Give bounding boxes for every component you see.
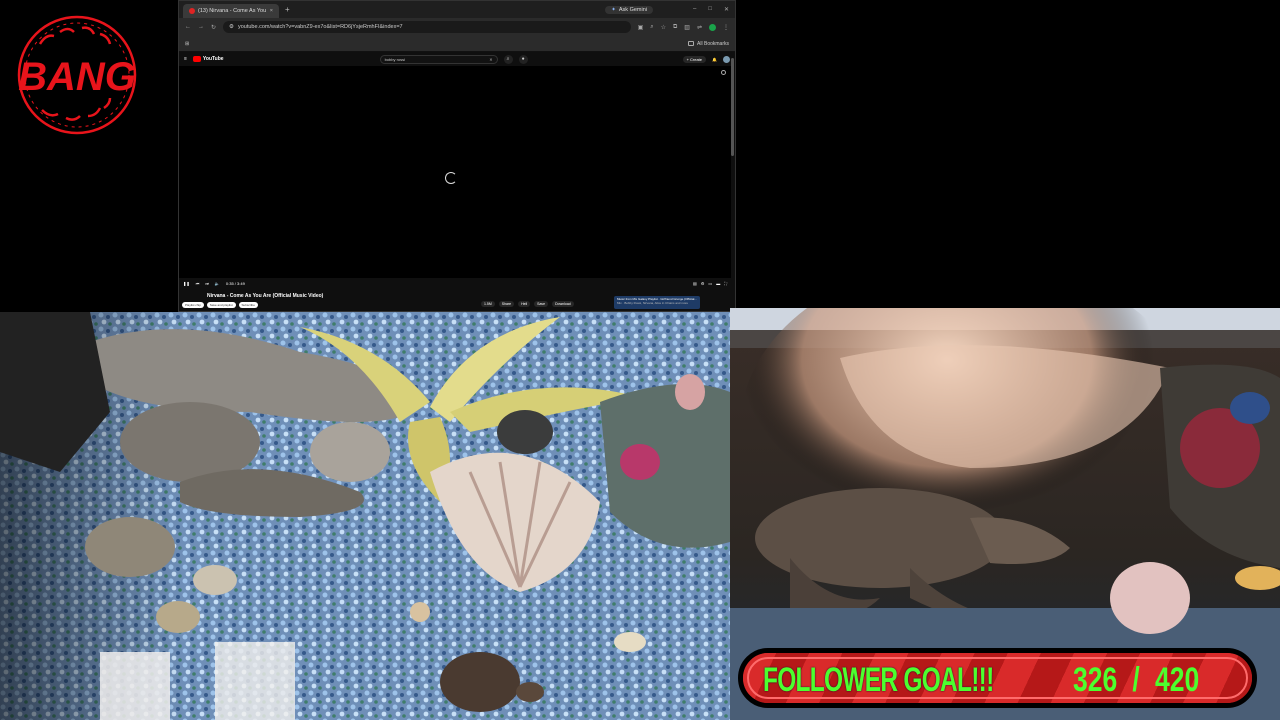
youtube-search-input[interactable]: bobby rossi ✕ — [379, 54, 498, 64]
tab-title: (13) Nirvana - Come As You Ar... — [198, 8, 267, 14]
back-icon[interactable]: ← — [185, 24, 191, 30]
video-details: Nirvana - Come As You Are (Official Musi… — [179, 290, 731, 311]
volume-icon[interactable]: 🔈 — [215, 281, 220, 286]
youtube-avatar[interactable] — [723, 55, 730, 63]
hamburger-icon[interactable]: ≡ — [184, 56, 187, 62]
youtube-logo[interactable]: YouTube — [192, 56, 224, 62]
all-bookmarks-button[interactable]: All Bookmarks — [688, 41, 729, 47]
chip[interactable]: Subscribe — [238, 302, 258, 308]
subtitles-icon[interactable]: ▤ — [693, 281, 697, 286]
browser-toolbar: ← → ↻ ⚙ youtube.com/watch?v=vabnZ9-ex7o&… — [179, 18, 735, 36]
ask-gemini-button[interactable]: ✦ Ask Gemini — [605, 5, 653, 14]
player-right-controls: ▤ ⚙ ▭ ▬ ⛶ — [693, 281, 727, 286]
cast-icon[interactable]: ⇌ — [697, 24, 702, 31]
forward-icon[interactable]: → — [198, 24, 204, 30]
toolbar-icons: ▣ ⌕ ☆ ⧉ ▥ ⇌ ⋮ — [638, 23, 729, 31]
follower-current: 326 — [1073, 661, 1118, 699]
ask-gemini-label: Ask Gemini — [618, 6, 647, 13]
youtube-favicon-icon — [189, 8, 195, 14]
window-controls: – □ ✕ — [693, 6, 729, 13]
playlist-panel[interactable]: Music from Mix Galaxy Playlist · Girlfri… — [614, 296, 700, 309]
logo-text: BANG — [18, 55, 136, 99]
chip[interactable]: Save and playlist — [206, 302, 236, 308]
close-tab-icon[interactable]: × — [270, 8, 273, 14]
maximize-icon[interactable]: □ — [708, 6, 712, 13]
search-value: bobby rossi — [384, 56, 406, 62]
playlist-subtitle: Mix · Bobby Rossi, Nirvana, Alice in Cha… — [617, 301, 689, 305]
apps-icon[interactable]: ⊞ — [185, 41, 189, 47]
notifications-icon[interactable]: 🔔 — [712, 57, 717, 62]
voice-search-icon[interactable]: ● — [518, 54, 528, 64]
gemini-icon: ✦ — [611, 6, 616, 13]
site-info-icon[interactable]: ⚙ — [229, 24, 234, 30]
loading-spinner-icon — [445, 172, 457, 184]
time-display: 0:35 / 3:49 — [225, 281, 245, 286]
save-button[interactable]: Save — [534, 301, 549, 307]
theater-icon[interactable]: ▬ — [716, 281, 720, 286]
extensions-icon[interactable]: ⧉ — [673, 24, 677, 31]
info-icon[interactable] — [721, 70, 726, 75]
close-window-icon[interactable]: ✕ — [724, 6, 729, 13]
stream-canvas: BANG (13) Nirvana - Come As You Ar... × … — [0, 0, 1280, 720]
follower-separator: / — [1132, 661, 1140, 699]
bookmarks-bar: ⊞ All Bookmarks — [179, 36, 735, 52]
zoom-icon[interactable]: ⌕ — [650, 24, 653, 31]
menu-icon[interactable]: ⋮ — [723, 24, 729, 31]
share-button[interactable]: Share — [498, 301, 515, 307]
tab-bar: (13) Nirvana - Come As You Ar... × + ✦ A… — [179, 1, 735, 18]
install-icon[interactable]: ▣ — [638, 24, 644, 31]
bookmark-star-icon[interactable]: ☆ — [661, 24, 666, 31]
miniplayer-icon[interactable]: ▭ — [708, 281, 712, 286]
follower-goal-label: FOLLOWER GOAL!!! — [763, 661, 994, 699]
page-scrollbar[interactable] — [731, 58, 734, 156]
browser-window: (13) Nirvana - Come As You Ar... × + ✦ A… — [178, 0, 736, 312]
like-button[interactable]: 1.5M — [481, 301, 495, 307]
tank-top-view-image — [0, 312, 730, 720]
search-icon[interactable]: ⌕ — [503, 54, 513, 64]
thanks-button[interactable]: Hell — [518, 301, 531, 307]
youtube-logo-text: YouTube — [202, 56, 224, 62]
url-text: youtube.com/watch?v=vabnZ9-ex7o&list=RD6… — [237, 24, 403, 30]
bang-logo: BANG — [12, 14, 142, 136]
side-panel-icon[interactable]: ▥ — [684, 24, 690, 31]
player-controls: ❚❚ ⏮ ⏭ 🔈 0:35 / 3:49 ▤ ⚙ ▭ ▬ ⛶ — [179, 278, 731, 289]
folder-icon — [688, 41, 695, 46]
channel-chips: Playlist chip Save and playlist Subscrib… — [182, 302, 258, 308]
follower-target: 420 — [1154, 661, 1200, 699]
youtube-header-actions: + Create 🔔 — [682, 55, 730, 63]
fullscreen-icon[interactable]: ⛶ — [724, 281, 727, 286]
all-bookmarks-label: All Bookmarks — [697, 40, 729, 47]
new-tab-icon[interactable]: + — [285, 5, 290, 14]
next-icon[interactable]: ⏭ — [205, 281, 209, 286]
settings-icon[interactable]: ⚙ — [701, 281, 705, 286]
chip[interactable]: Playlist chip — [182, 302, 204, 308]
youtube-header: ≡ YouTube bobby rossi ✕ ⌕ ● + Create 🔔 — [179, 52, 735, 66]
youtube-play-icon — [192, 56, 201, 62]
bang-logo-graphic: BANG — [17, 15, 137, 135]
download-button[interactable]: Download — [552, 301, 574, 307]
profile-avatar[interactable] — [709, 23, 716, 31]
reload-icon[interactable]: ↻ — [211, 24, 216, 31]
pause-icon[interactable]: ❚❚ — [183, 281, 190, 286]
follower-goal-widget: FOLLOWER GOAL!!! 326 / 420 — [738, 648, 1257, 708]
left-camera-feed — [0, 312, 730, 720]
video-player[interactable] — [179, 66, 731, 278]
video-title: Nirvana - Come As You Are (Official Musi… — [207, 293, 324, 299]
address-bar[interactable]: ⚙ youtube.com/watch?v=vabnZ9-ex7o&list=R… — [223, 21, 631, 33]
create-button[interactable]: + Create — [682, 55, 707, 63]
minimize-icon[interactable]: – — [693, 6, 696, 13]
follower-goal-count: 326 / 420 — [1073, 661, 1199, 700]
browser-tab[interactable]: (13) Nirvana - Come As You Ar... × — [183, 4, 279, 18]
video-actions: 1.5M Share Hell Save Download — [481, 301, 574, 307]
previous-icon[interactable]: ⏮ — [196, 281, 200, 286]
clear-search-icon[interactable]: ✕ — [489, 57, 492, 62]
